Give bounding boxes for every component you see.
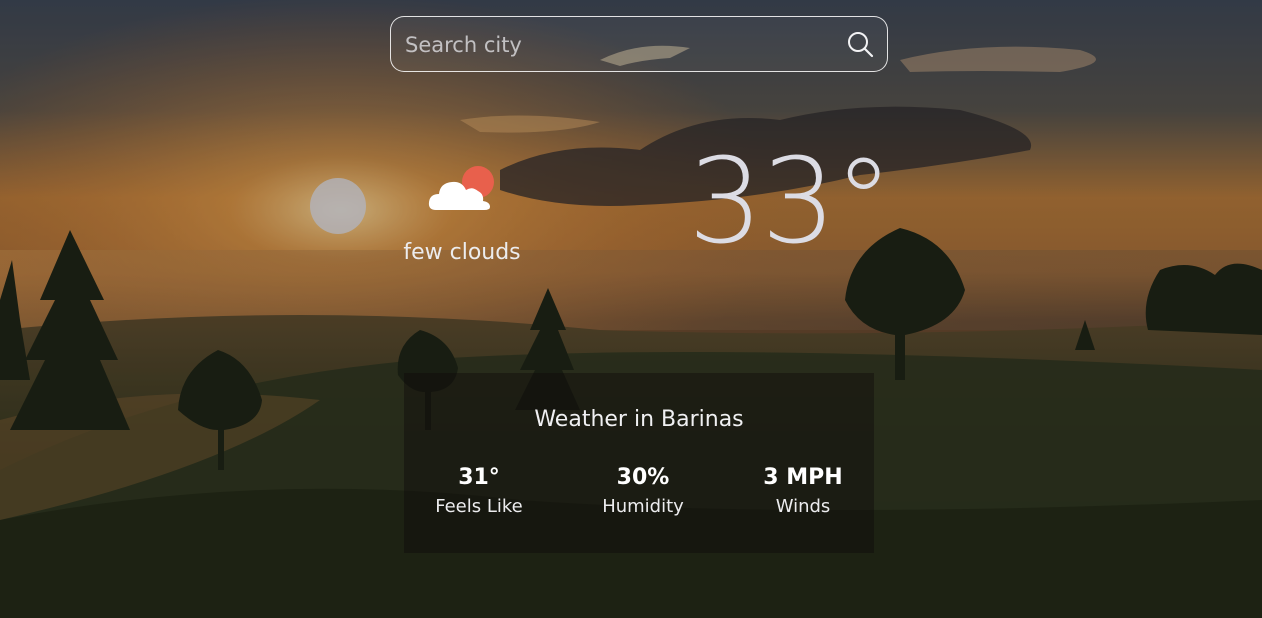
weather-app: few clouds 33° Weather in Barinas 31° Fe…	[0, 0, 1262, 618]
condition-text: few clouds	[403, 240, 521, 265]
search-icon	[848, 32, 874, 58]
few-clouds-icon	[428, 166, 494, 210]
stat-value: 30%	[616, 465, 670, 490]
stat-winds: 3 MPH Winds	[728, 465, 878, 517]
search-button[interactable]	[845, 29, 877, 61]
stat-label: Feels Like	[435, 496, 523, 517]
stat-value: 31°	[458, 465, 500, 490]
stat-humidity: 30% Humidity	[568, 465, 718, 517]
stat-label: Humidity	[602, 496, 684, 517]
temperature-display: 33°	[688, 132, 893, 270]
search-input[interactable]	[403, 17, 837, 73]
location-title: Weather in Barinas	[534, 407, 744, 432]
stat-value: 3 MPH	[763, 465, 843, 490]
details-panel: Weather in Barinas 31° Feels Like 30% Hu…	[404, 373, 874, 553]
stat-label: Winds	[775, 496, 831, 517]
stat-feels-like: 31° Feels Like	[404, 465, 554, 517]
search-bar	[390, 16, 888, 73]
